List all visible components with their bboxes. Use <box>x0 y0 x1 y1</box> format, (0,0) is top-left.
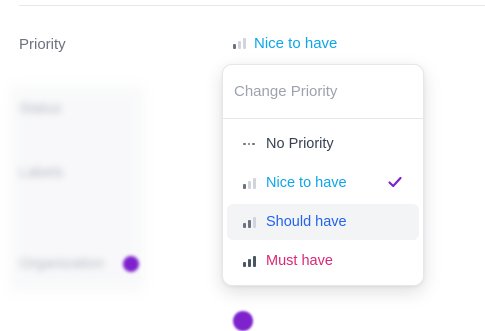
bars-high-icon <box>242 255 256 267</box>
option-label: Should have <box>266 214 347 230</box>
status-label: Status <box>19 100 62 117</box>
option-no-priority[interactable]: No Priority <box>227 126 419 162</box>
option-label: Nice to have <box>266 175 347 191</box>
top-divider <box>19 5 485 6</box>
option-nice-to-have[interactable]: Nice to have <box>227 165 419 201</box>
priority-label: Priority <box>19 36 66 53</box>
avatar <box>233 311 253 331</box>
option-label: No Priority <box>266 136 334 152</box>
labels-label: Labels <box>19 164 64 181</box>
option-label: Must have <box>266 253 333 269</box>
check-icon <box>388 176 402 188</box>
dots-icon <box>242 142 256 146</box>
option-must-have[interactable]: Must have <box>227 243 419 279</box>
option-should-have[interactable]: Should have <box>227 204 419 240</box>
priority-value-text: Nice to have <box>254 34 338 52</box>
organization-avatar <box>123 256 139 272</box>
change-priority-dropdown: Change Priority No Priority Nice to have… <box>222 64 424 286</box>
dropdown-title: Change Priority <box>223 65 423 119</box>
bars-low-icon <box>233 37 246 49</box>
priority-selector[interactable]: Nice to have <box>233 32 337 54</box>
bars-low-icon <box>242 177 256 189</box>
bars-medium-icon <box>242 216 256 228</box>
organization-label: Organization <box>19 255 105 272</box>
